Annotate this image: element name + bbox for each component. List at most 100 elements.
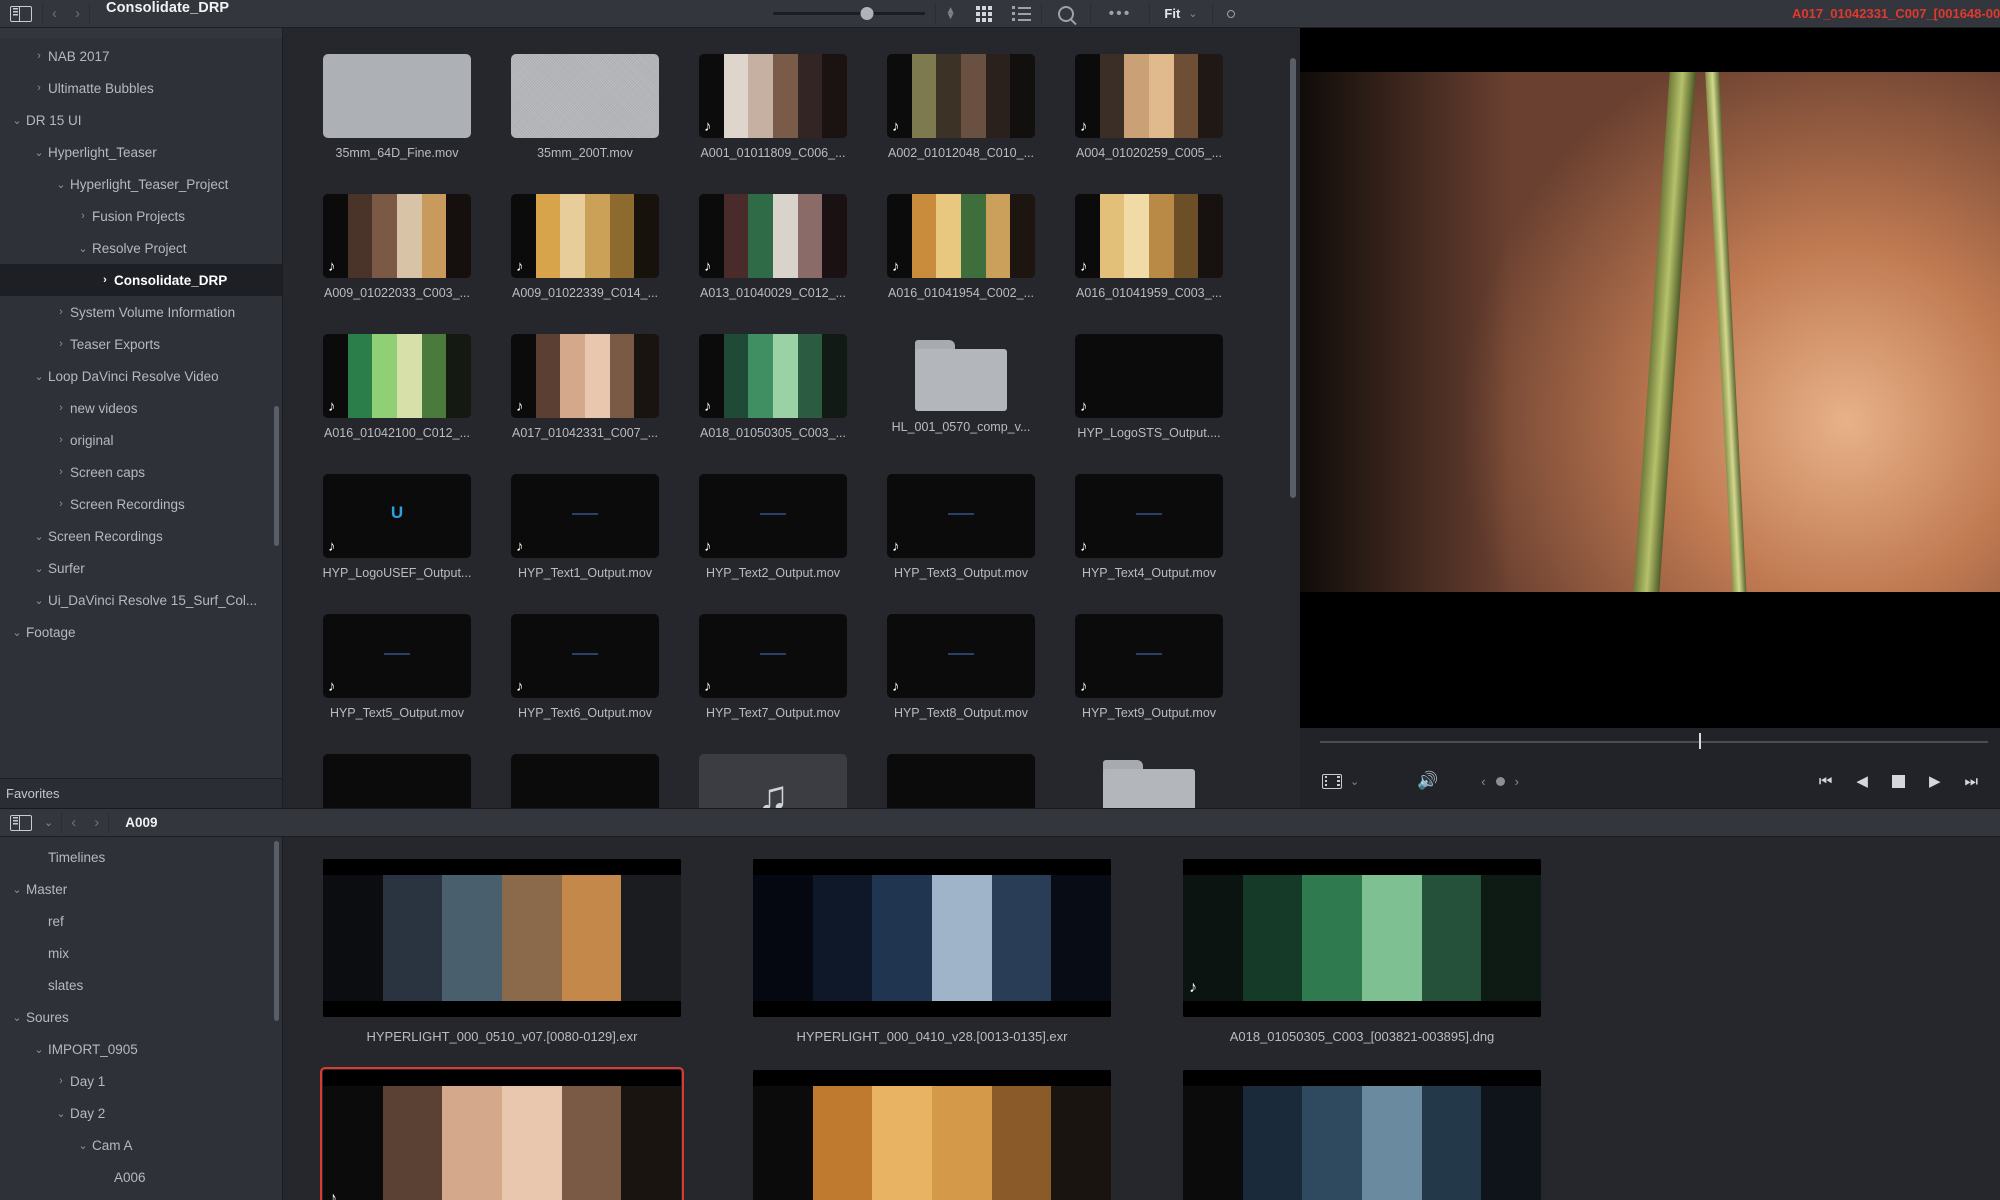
clip-strip-item[interactable]: ♪ A018_01050305_C003_[003821-003895].dng [1183, 859, 1613, 1044]
bin-item-soures[interactable]: ⌄ Soures [0, 1001, 282, 1033]
playhead[interactable] [1699, 733, 1701, 749]
viewer-scrubber[interactable] [1300, 728, 2000, 754]
chevron-down-icon[interactable]: ⌄ [30, 530, 48, 543]
sidebar-item-footage[interactable]: ⌄ Footage [0, 616, 282, 648]
list-view-button[interactable] [1002, 0, 1041, 27]
bin-tree[interactable]: Timelines ⌄ Master ref mix slates ⌄ Soures ⌄ IMPO… [0, 837, 283, 1200]
media-pool-item[interactable]: ♪ A016_01041959_C003_... [1055, 194, 1243, 300]
media-pool-item[interactable]: ♪ A009_01022339_C014_... [491, 194, 679, 300]
media-thumbnail[interactable]: ♪ [887, 54, 1035, 138]
sidebar-item-screen-caps[interactable]: › Screen caps [0, 456, 282, 488]
clip-strip-item[interactable] [1183, 1070, 1613, 1200]
sidebar-item-screen-recordings[interactable]: › Screen Recordings [0, 488, 282, 520]
panel-toggle-button[interactable] [0, 0, 42, 27]
chevron-down-icon[interactable]: ⌄ [8, 626, 26, 639]
sidebar-item-hyperlight-teaser[interactable]: ⌄ Hyperlight_Teaser [0, 136, 282, 168]
more-options-button[interactable]: ••• [1091, 0, 1150, 27]
media-pool-item[interactable]: ♪ HYP_Text8_Output.mov [867, 614, 1055, 720]
media-thumbnail[interactable]: ♪ [887, 474, 1035, 558]
chevron-down-icon[interactable]: ⌄ [74, 1139, 92, 1152]
page-indicator[interactable]: ‹ › [1481, 774, 1519, 789]
media-pool-scrollbar[interactable] [1290, 58, 1296, 498]
sidebar-item-ultimatte-bubbles[interactable]: › Ultimatte Bubbles [0, 72, 282, 104]
chevron-down-icon[interactable]: ⌄ [30, 594, 48, 607]
film-strip-icon[interactable] [1322, 773, 1342, 789]
bin-item-master[interactable]: ⌄ Master [0, 873, 282, 905]
media-thumbnail[interactable]: ♪ [511, 614, 659, 698]
bin-forward-button[interactable]: › [85, 815, 108, 830]
viewer-image[interactable] [1300, 28, 2000, 728]
media-pool-item[interactable]: ♪ HYP_Text1_Output.mov [491, 474, 679, 580]
chevron-down-icon[interactable]: ⌄ [30, 562, 48, 575]
chevron-right-icon[interactable]: › [52, 338, 70, 350]
media-thumbnail[interactable] [887, 754, 1035, 808]
chevron-down-icon[interactable]: ⌄ [8, 114, 26, 127]
chevron-right-icon[interactable]: › [96, 274, 114, 286]
media-thumbnail[interactable]: ♪ [511, 474, 659, 558]
bin-item-cam-a[interactable]: ⌄ Cam A [0, 1129, 282, 1161]
clip-strip-item[interactable]: HYPERLIGHT_000_0510_v07.[0080-0129].exr [323, 859, 753, 1044]
forward-button[interactable]: › [66, 6, 89, 21]
back-button[interactable]: ‹ [43, 6, 66, 21]
viewer-mode-chevron-icon[interactable]: ⌄ [1350, 775, 1359, 788]
chevron-right-icon[interactable]: › [30, 50, 48, 62]
media-pool-item[interactable]: ♫HYPERLIGHT_teaser-A.... [679, 754, 867, 808]
media-pool-item[interactable]: ♪ A009_01022033_C003_... [303, 194, 491, 300]
media-pool-item[interactable]: ♪ A017_01042331_C007_... [491, 334, 679, 440]
media-thumbnail[interactable]: ♪ [699, 334, 847, 418]
sidebar-item-consolidate-drp[interactable]: › Consolidate_DRP [0, 264, 282, 296]
chevron-down-icon[interactable]: ⌄ [30, 370, 48, 383]
sort-order-button[interactable]: ▲ ▼ [936, 0, 966, 27]
media-pool-item[interactable]: ♪ A002_01012048_C010_... [867, 54, 1055, 160]
sidebar-item-nab-2017[interactable]: › NAB 2017 [0, 40, 282, 72]
sidebar-item-fusion-projects[interactable]: › Fusion Projects [0, 200, 282, 232]
media-thumbnail[interactable]: ♫ [699, 754, 847, 808]
bin-back-button[interactable]: ‹ [62, 815, 85, 830]
media-pool[interactable]: 35mm_64D_Fine.mov 35mm_200T.mov ♪ A001_0101… [283, 28, 1300, 808]
chevron-down-icon[interactable]: ⌄ [8, 1011, 26, 1024]
stop-button[interactable] [1891, 774, 1905, 788]
grid-view-button[interactable] [966, 0, 1002, 27]
sidebar-item-new-videos[interactable]: › new videos [0, 392, 282, 424]
sidebar-item-surfer[interactable]: ⌄ Surfer [0, 552, 282, 584]
media-thumbnail[interactable]: ♪ [887, 194, 1035, 278]
sidebar-item-screen-recordings[interactable]: ⌄ Screen Recordings [0, 520, 282, 552]
media-thumbnail[interactable]: U ♪ [323, 474, 471, 558]
chevron-down-icon[interactable]: ⌄ [74, 242, 92, 255]
media-pool-item[interactable]: ♪ HYP_Text5_Output.mov [303, 614, 491, 720]
chevron-down-icon[interactable]: ⌄ [30, 1043, 48, 1056]
media-pool-item[interactable]: ♪ A016_01042100_C012_... [303, 334, 491, 440]
bin-item-timelines[interactable]: Timelines [0, 841, 282, 873]
bin-scrollbar[interactable] [274, 841, 279, 1021]
chevron-down-icon[interactable]: ⌄ [52, 178, 70, 191]
prev-page-button[interactable]: ‹ [1481, 774, 1485, 789]
bin-item-a006[interactable]: A006 [0, 1161, 282, 1193]
chevron-down-icon[interactable]: ⌄ [30, 146, 48, 159]
clip-strip-item[interactable]: HYPERLIGHT_000_0410_v28.[0013-0135].exr [753, 859, 1183, 1044]
media-pool-item[interactable]: 35mm_64D_Fine.mov [303, 54, 491, 160]
media-thumbnail[interactable]: ♪ [1075, 54, 1223, 138]
clip-strip-item[interactable] [753, 1070, 1183, 1200]
media-thumbnail[interactable] [323, 54, 471, 138]
bottom-panel-toggle-button[interactable] [0, 809, 42, 836]
media-thumbnail[interactable]: ♪ [699, 54, 847, 138]
media-pool-item[interactable]: LOGOS [1055, 754, 1243, 808]
chevron-down-icon[interactable]: ⌄ [52, 1107, 70, 1120]
thumbnail-size-slider[interactable] [763, 0, 935, 27]
record-marker-button[interactable] [1213, 0, 1249, 27]
sidebar-item-resolve-project[interactable]: ⌄ Resolve Project [0, 232, 282, 264]
library-scrollbar[interactable] [274, 406, 279, 546]
speaker-icon[interactable]: 🔊 [1417, 772, 1438, 789]
clip-thumbnail[interactable] [323, 859, 681, 1017]
media-thumbnail[interactable]: ♪ [323, 614, 471, 698]
media-thumbnail[interactable]: ♪ [887, 614, 1035, 698]
sidebar-item-original[interactable]: › original [0, 424, 282, 456]
favorites-bar[interactable]: Favorites [0, 778, 282, 808]
bottom-panel-mode-dropdown[interactable]: ⌄ [42, 809, 61, 836]
bin-item-ref[interactable]: ref [0, 905, 282, 937]
next-page-button[interactable]: › [1515, 774, 1519, 789]
media-pool-item[interactable]: ♪ HYP_LogoSTS_Output.... [1055, 334, 1243, 440]
clip-thumbnail[interactable]: ♪ [320, 1067, 684, 1200]
chevron-right-icon[interactable]: › [74, 210, 92, 222]
clip-thumbnail[interactable]: ♪ [1183, 859, 1541, 1017]
